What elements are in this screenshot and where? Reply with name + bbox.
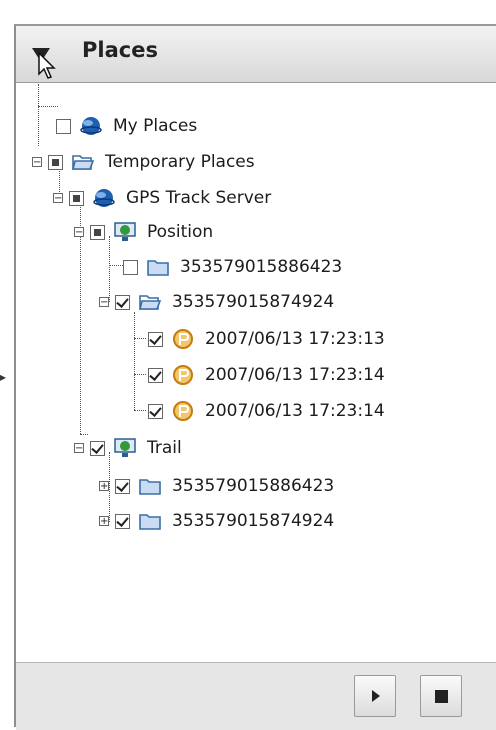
collapse-toggle[interactable]: −	[53, 193, 63, 204]
tree-item-device[interactable]: 353579015886423	[123, 252, 342, 282]
tree-item-position[interactable]: − Position	[74, 217, 213, 247]
checkbox[interactable]	[48, 154, 63, 170]
tree-item-track-point[interactable]: 2007/06/13 17:23:13	[148, 324, 385, 354]
network-icon	[114, 222, 136, 241]
tree-item-track-point[interactable]: 2007/06/13 17:23:14	[148, 360, 385, 390]
network-icon	[114, 438, 136, 457]
globe-icon	[93, 189, 115, 207]
tree-line	[134, 338, 146, 339]
track-point-icon	[173, 329, 193, 349]
tree-item-label: Trail	[147, 438, 182, 458]
checkbox[interactable]	[56, 118, 71, 134]
tree-item-my-places[interactable]: My Places	[56, 111, 197, 141]
tree-item-label: My Places	[113, 116, 198, 136]
checkbox[interactable]	[115, 294, 130, 310]
collapse-toggle[interactable]: −	[99, 297, 109, 308]
tree-item-temporary-places[interactable]: − Temporary Places	[32, 147, 255, 177]
open-folder-icon	[138, 295, 162, 310]
tree-item-label: 2007/06/13 17:23:14	[205, 401, 385, 421]
play-button[interactable]	[354, 675, 396, 717]
folder-icon	[139, 514, 161, 530]
panel-header[interactable]: Places	[16, 26, 496, 83]
stop-icon	[435, 690, 448, 703]
collapse-toggle[interactable]: −	[32, 157, 42, 168]
tree-line	[38, 84, 39, 146]
panel-footer	[16, 662, 496, 730]
tree-item-device[interactable]: − 353579015874924	[99, 287, 334, 317]
tree-item-gps-track-server[interactable]: − GPS Track Server	[53, 183, 271, 213]
checkbox[interactable]	[115, 478, 130, 494]
stop-button[interactable]	[420, 675, 462, 717]
checkbox[interactable]	[148, 367, 163, 383]
checkbox[interactable]	[148, 331, 163, 347]
tree-line	[109, 265, 123, 266]
tree-item-label: Temporary Places	[105, 152, 255, 172]
folder-icon	[139, 479, 161, 495]
places-tree: My Places − Temporary Places − GPS Track…	[16, 84, 496, 664]
collapse-toggle[interactable]: −	[74, 227, 84, 238]
track-point-icon	[173, 401, 193, 421]
checkbox[interactable]	[90, 440, 105, 456]
tree-item-device[interactable]: + 353579015874924	[99, 506, 334, 536]
tree-item-label: 353579015874924	[172, 292, 335, 312]
checkbox[interactable]	[115, 513, 130, 529]
track-point-icon	[173, 365, 193, 385]
globe-icon	[80, 117, 102, 135]
checkbox[interactable]	[148, 403, 163, 419]
tree-item-label: 353579015886423	[180, 257, 343, 277]
mouse-cursor-icon	[38, 52, 56, 79]
places-panel: Places My Places − Temporary Places − GP…	[14, 24, 496, 730]
tree-item-label: 353579015874924	[172, 511, 335, 531]
tree-item-label: 353579015886423	[172, 476, 335, 496]
checkbox[interactable]	[123, 259, 138, 275]
tree-line	[134, 374, 146, 375]
tree-line	[38, 106, 58, 107]
checkbox[interactable]	[69, 190, 84, 206]
folder-icon	[147, 260, 169, 276]
tree-item-label: GPS Track Server	[126, 188, 272, 208]
tree-item-label: 2007/06/13 17:23:14	[205, 365, 385, 385]
side-pointer: ▸	[0, 370, 7, 384]
open-folder-icon	[71, 155, 95, 170]
expand-toggle[interactable]: +	[99, 516, 109, 527]
tree-line	[134, 410, 146, 411]
tree-item-trail[interactable]: − Trail	[74, 433, 182, 463]
tree-item-track-point[interactable]: 2007/06/13 17:23:14	[148, 396, 385, 426]
tree-line	[134, 312, 135, 410]
tree-item-label: 2007/06/13 17:23:13	[205, 329, 385, 349]
expand-toggle[interactable]: +	[99, 481, 109, 492]
tree-item-device[interactable]: + 353579015886423	[99, 471, 334, 501]
tree-item-label: Position	[147, 222, 214, 242]
collapse-toggle[interactable]: −	[74, 443, 84, 454]
checkbox[interactable]	[90, 224, 105, 240]
play-icon	[372, 690, 380, 702]
panel-title: Places	[82, 38, 158, 62]
